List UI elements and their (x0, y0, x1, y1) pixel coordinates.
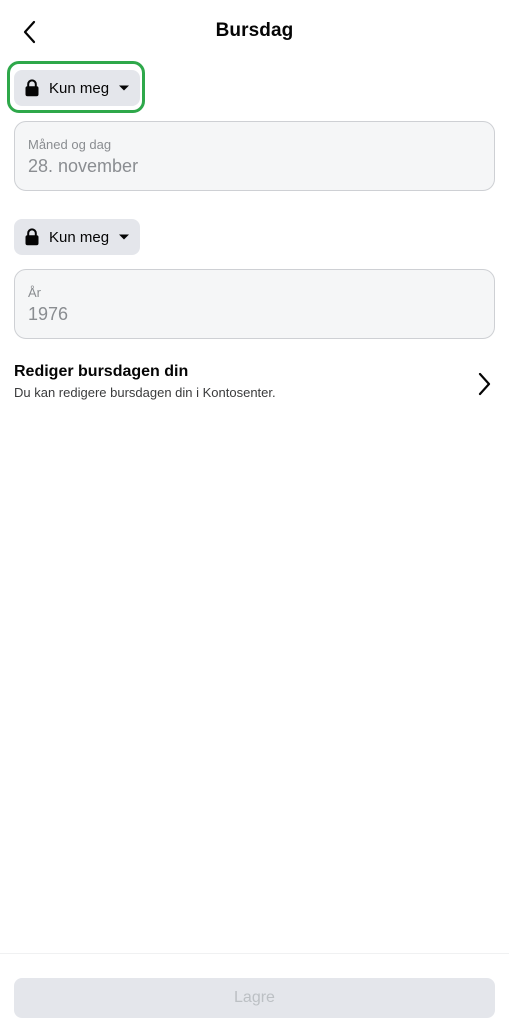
year-privacy-label: Kun meg (49, 228, 110, 246)
date-privacy-label: Kun meg (49, 79, 110, 97)
bottom-action-bar: Lagre (0, 953, 509, 1024)
edit-birthday-subtitle: Du kan redigere bursdagen din i Kontosen… (14, 385, 276, 400)
birthday-screen: Bursdag Kun meg Måned og dag 28. novembe… (0, 0, 509, 1024)
month-day-field[interactable]: Måned og dag 28. november (14, 121, 495, 191)
lock-icon (25, 79, 39, 97)
chevron-right-icon (478, 372, 491, 396)
month-day-label: Måned og dag (28, 137, 112, 152)
lock-icon (25, 228, 39, 246)
year-value: 1976 (28, 304, 69, 324)
date-privacy-selector[interactable]: Kun meg (14, 70, 140, 106)
year-privacy-selector[interactable]: Kun meg (14, 219, 140, 255)
top-header: Bursdag (0, 0, 509, 64)
caret-down-icon (119, 234, 130, 240)
year-field[interactable]: År 1976 (14, 269, 495, 339)
save-button[interactable]: Lagre (14, 978, 495, 1018)
edit-birthday-row[interactable]: Rediger bursdagen din Du kan redigere bu… (14, 362, 495, 408)
month-day-value: 28. november (28, 156, 139, 176)
edit-birthday-title: Rediger bursdagen din (14, 363, 189, 380)
caret-down-icon (119, 85, 130, 91)
year-label: År (28, 285, 41, 300)
page-title: Bursdag (215, 20, 294, 41)
